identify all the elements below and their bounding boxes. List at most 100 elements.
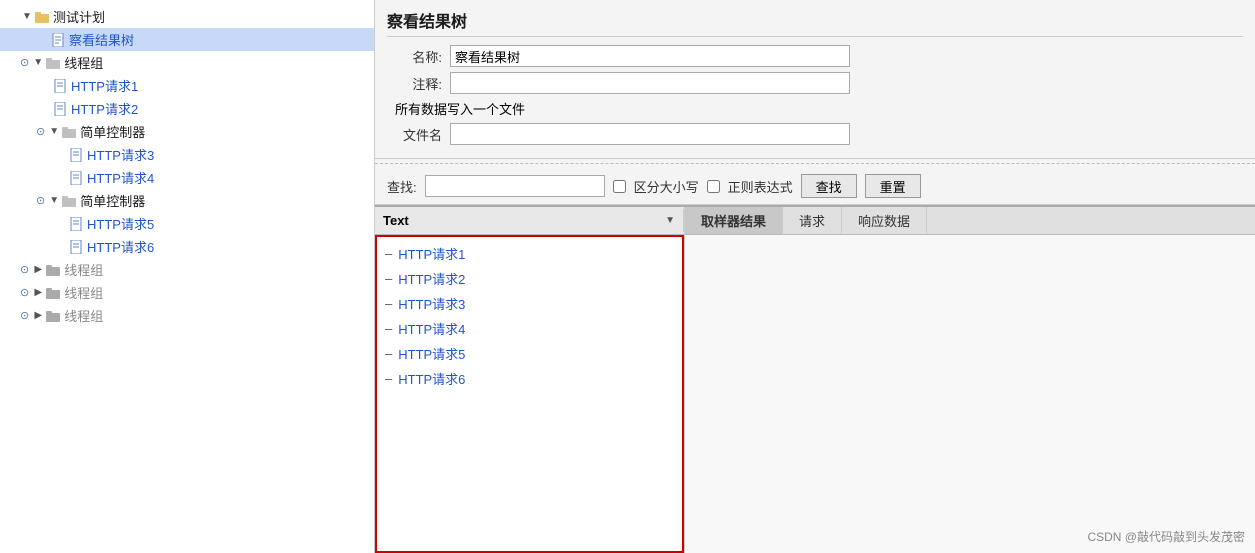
tree-label: HTTP请求3 bbox=[87, 145, 154, 164]
regex-checkbox[interactable] bbox=[707, 180, 720, 193]
list-item[interactable]: – HTTP请求4 bbox=[377, 316, 682, 341]
pin-icon: ⊙ bbox=[20, 286, 29, 299]
results-table: Text ▼ – HTTP请求1 – HTTP请求2 – HTTP请求3 bbox=[375, 207, 685, 553]
write-file-row: 所有数据写入一个文件 bbox=[387, 99, 1243, 118]
dash-icon: – bbox=[385, 271, 392, 286]
item-label: HTTP请求1 bbox=[398, 244, 465, 263]
file-icon bbox=[50, 32, 66, 48]
file-icon bbox=[52, 78, 68, 94]
tree-label: 线程组 bbox=[64, 260, 103, 279]
tree-toggle[interactable]: ▼ bbox=[47, 125, 61, 139]
item-label: HTTP请求2 bbox=[398, 269, 465, 288]
tree-label: HTTP请求4 bbox=[87, 168, 154, 187]
write-label: 所有数据写入一个文件 bbox=[395, 99, 525, 118]
tree-item-thread-group-4[interactable]: ⊙ ▶ 线程组 bbox=[0, 304, 374, 327]
reset-button[interactable]: 重置 bbox=[865, 174, 921, 198]
tree-toggle[interactable]: ▼ bbox=[20, 10, 34, 24]
folder-icon bbox=[45, 285, 61, 301]
file-icon bbox=[68, 239, 84, 255]
tree-label: 测试计划 bbox=[53, 7, 105, 26]
tree-label: 线程组 bbox=[64, 306, 103, 325]
dash-icon: – bbox=[385, 321, 392, 336]
tree-label: 简单控制器 bbox=[80, 122, 145, 141]
pin-icon: ⊙ bbox=[20, 263, 29, 276]
tree-toggle[interactable]: ▼ bbox=[31, 56, 45, 70]
tree-item-http5[interactable]: HTTP请求5 bbox=[0, 212, 374, 235]
tree-item-thread-group-3[interactable]: ⊙ ▶ 线程组 bbox=[0, 281, 374, 304]
tree-label: HTTP请求1 bbox=[71, 76, 138, 95]
find-button[interactable]: 查找 bbox=[801, 174, 857, 198]
tree-toggle[interactable]: ▼ bbox=[47, 194, 61, 208]
folder-icon bbox=[61, 193, 77, 209]
panel-title: 察看结果树 bbox=[387, 8, 1243, 37]
dash-icon: – bbox=[385, 246, 392, 261]
tree-toggle[interactable]: ▶ bbox=[31, 309, 45, 323]
dropdown-arrow-icon[interactable]: ▼ bbox=[665, 215, 675, 226]
case-sensitive-checkbox[interactable] bbox=[613, 180, 626, 193]
tree-spacer bbox=[36, 33, 50, 47]
tab-response-data[interactable]: 响应数据 bbox=[842, 207, 927, 234]
name-row: 名称: bbox=[387, 45, 1243, 67]
list-item[interactable]: – HTTP请求1 bbox=[377, 241, 682, 266]
case-sensitive-group: 区分大小写 bbox=[613, 177, 699, 196]
text-column-header[interactable]: Text ▼ bbox=[375, 209, 684, 232]
file-icon bbox=[52, 101, 68, 117]
search-section: 查找: 区分大小写 正则表达式 查找 重置 bbox=[375, 168, 1255, 205]
folder-icon bbox=[34, 9, 50, 25]
tree-item-http4[interactable]: HTTP请求4 bbox=[0, 166, 374, 189]
pin-icon: ⊙ bbox=[20, 309, 29, 322]
watermark: CSDN @敲代码敲到头发茂密 bbox=[1087, 528, 1245, 545]
tree-toggle[interactable]: ▶ bbox=[31, 263, 45, 277]
name-label: 名称: bbox=[387, 47, 442, 66]
regex-label: 正则表达式 bbox=[728, 177, 793, 196]
test-tree: ▼ 测试计划 察看结果树 ⊙ ▼ 线程组 bbox=[0, 0, 374, 332]
comment-label: 注释: bbox=[387, 74, 442, 93]
config-section: 察看结果树 名称: 注释: 所有数据写入一个文件 文件名 bbox=[375, 0, 1255, 159]
folder-icon bbox=[61, 124, 77, 140]
tab-sampler-result[interactable]: 取样器结果 bbox=[685, 207, 783, 234]
tree-item-http1[interactable]: HTTP请求1 bbox=[0, 74, 374, 97]
tree-toggle[interactable]: ▶ bbox=[31, 286, 45, 300]
pin-icon: ⊙ bbox=[36, 125, 45, 138]
search-label: 查找: bbox=[387, 177, 417, 196]
table-header: Text ▼ bbox=[375, 207, 684, 235]
tree-panel: ▼ 测试计划 察看结果树 ⊙ ▼ 线程组 bbox=[0, 0, 375, 553]
folder-icon bbox=[45, 308, 61, 324]
search-input[interactable] bbox=[425, 175, 605, 197]
comment-input[interactable] bbox=[450, 72, 850, 94]
item-label: HTTP请求4 bbox=[398, 319, 465, 338]
tree-item-simple-controller-1[interactable]: ⊙ ▼ 简单控制器 bbox=[0, 120, 374, 143]
file-input[interactable] bbox=[450, 123, 850, 145]
comment-row: 注释: bbox=[387, 72, 1243, 94]
name-input[interactable] bbox=[450, 45, 850, 67]
tree-item-thread-group-1[interactable]: ⊙ ▼ 线程组 bbox=[0, 51, 374, 74]
tree-label: 察看结果树 bbox=[69, 30, 134, 49]
tree-item-thread-group-2[interactable]: ⊙ ▶ 线程组 bbox=[0, 258, 374, 281]
tree-label: 线程组 bbox=[64, 53, 103, 72]
tab-bar: 取样器结果 请求 响应数据 bbox=[685, 207, 1255, 235]
dash-icon: – bbox=[385, 296, 392, 311]
list-item[interactable]: – HTTP请求3 bbox=[377, 291, 682, 316]
detail-panel: 取样器结果 请求 响应数据 bbox=[685, 207, 1255, 553]
file-label: 文件名 bbox=[387, 125, 442, 144]
tree-item-http3[interactable]: HTTP请求3 bbox=[0, 143, 374, 166]
tab-request[interactable]: 请求 bbox=[783, 207, 842, 234]
file-icon bbox=[68, 216, 84, 232]
case-sensitive-label: 区分大小写 bbox=[634, 177, 699, 196]
list-item[interactable]: – HTTP请求6 bbox=[377, 366, 682, 391]
column-header-label: Text bbox=[383, 213, 409, 228]
tree-item-http6[interactable]: HTTP请求6 bbox=[0, 235, 374, 258]
dash-icon: – bbox=[385, 346, 392, 361]
tree-item-http2[interactable]: HTTP请求2 bbox=[0, 97, 374, 120]
tree-label: 简单控制器 bbox=[80, 191, 145, 210]
item-label: HTTP请求3 bbox=[398, 294, 465, 313]
folder-icon bbox=[45, 55, 61, 71]
pin-icon: ⊙ bbox=[20, 56, 29, 69]
tree-item-view-result[interactable]: 察看结果树 bbox=[0, 28, 374, 51]
file-icon bbox=[68, 147, 84, 163]
tree-item-test-plan[interactable]: ▼ 测试计划 bbox=[0, 5, 374, 28]
tree-item-simple-controller-2[interactable]: ⊙ ▼ 简单控制器 bbox=[0, 189, 374, 212]
list-item[interactable]: – HTTP请求2 bbox=[377, 266, 682, 291]
list-item[interactable]: – HTTP请求5 bbox=[377, 341, 682, 366]
tree-label: HTTP请求5 bbox=[87, 214, 154, 233]
